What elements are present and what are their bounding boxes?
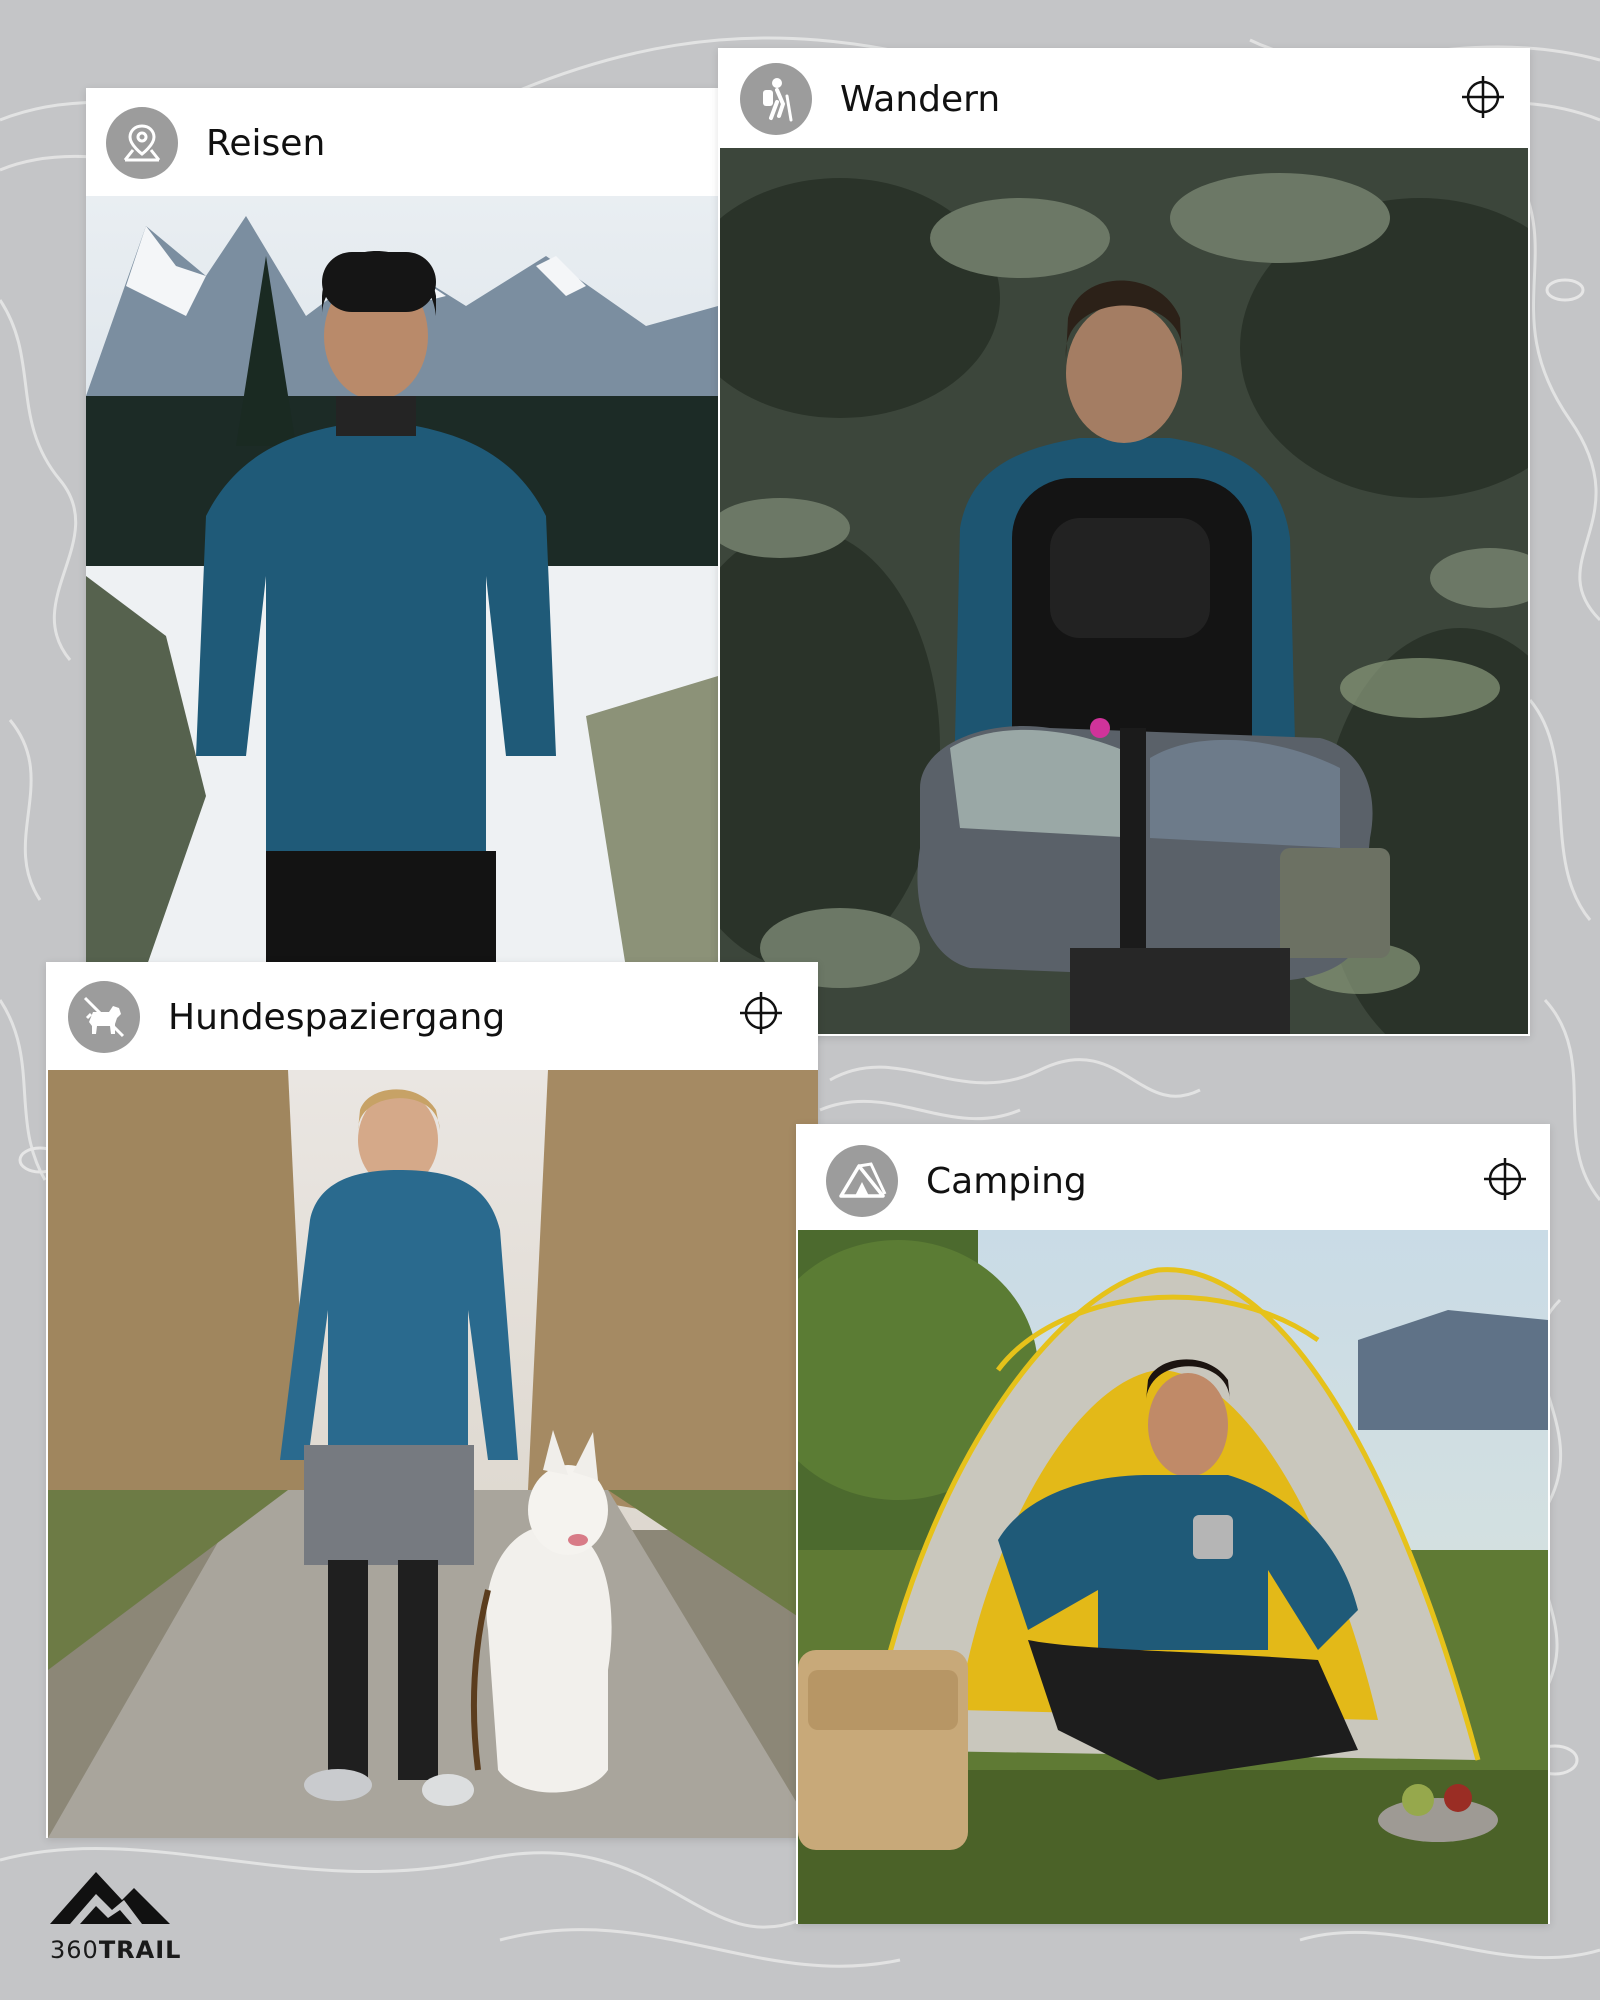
card-title: Hundespaziergang [168,996,506,1038]
mountain-logo-icon [50,1872,170,1924]
brand-wordmark: 360TRAIL [50,1936,182,1964]
card-dogwalk: Hundespaziergang [46,962,818,1838]
crosshair-icon[interactable] [738,990,784,1036]
tent-icon [826,1145,898,1217]
hiker-icon [740,63,812,135]
photo-camping [798,1230,1548,1924]
card-title: Camping [926,1160,1087,1202]
crosshair-icon[interactable] [1482,1156,1528,1202]
photo-hiking [720,148,1528,1034]
photo-dogwalk [48,1070,818,1838]
crosshair-icon[interactable] [1460,74,1506,120]
card-camping: Camping [796,1124,1550,1924]
brand-logo: 360TRAIL [50,1864,180,1964]
card-travel: Reisen [86,88,718,968]
photo-travel [86,196,718,968]
dog-icon [68,981,140,1053]
card-title: Wandern [840,78,1001,120]
card-title: Reisen [206,122,326,164]
card-hiking: Wandern [718,48,1530,1036]
location-pin-icon [106,107,178,179]
